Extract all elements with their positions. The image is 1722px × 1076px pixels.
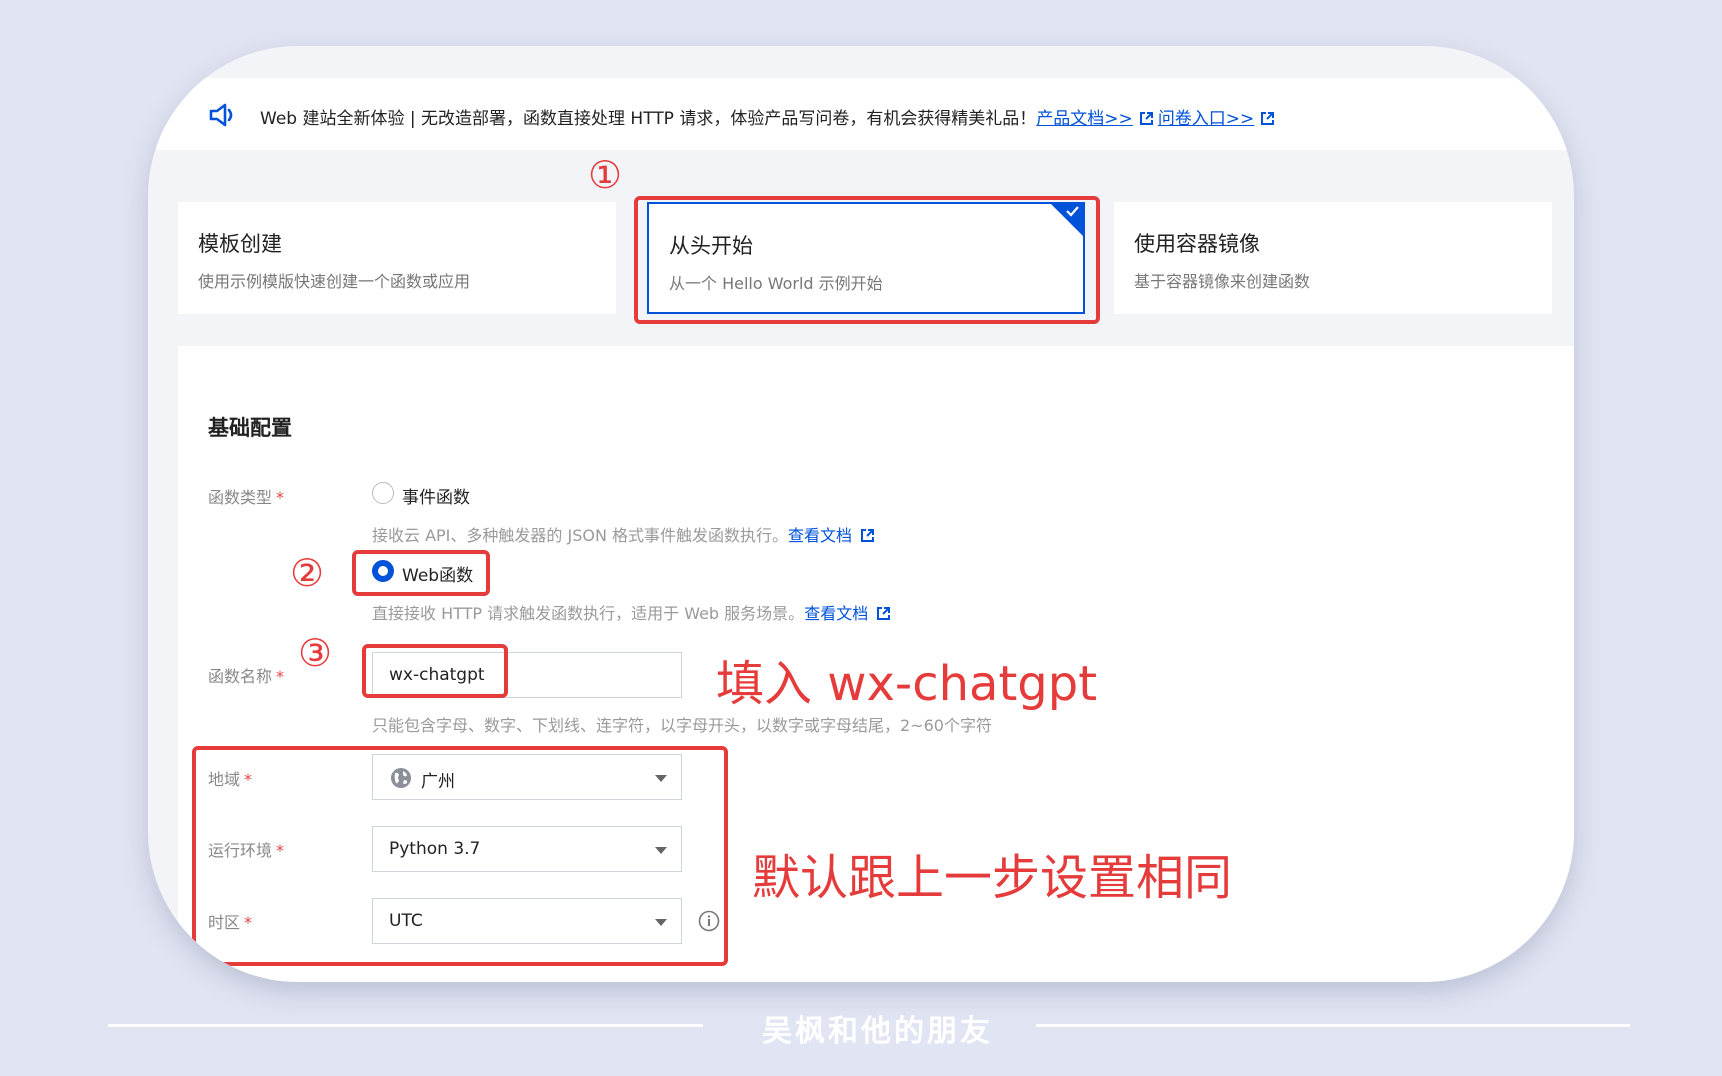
card-title: 模板创建 xyxy=(198,232,282,256)
footer-line-right xyxy=(1036,1024,1630,1027)
card-container-image[interactable]: 使用容器镜像 基于容器镜像来创建函数 xyxy=(1114,202,1552,314)
external-link-icon[interactable] xyxy=(876,606,891,621)
radio-event-function[interactable] xyxy=(372,482,394,504)
func-type-label: 函数类型 * xyxy=(208,488,285,507)
external-link-icon[interactable] xyxy=(1260,111,1275,126)
product-docs-link[interactable]: 产品文档>> xyxy=(1036,109,1133,129)
annotation-number-1: ① xyxy=(588,153,623,197)
view-docs-link[interactable]: 查看文档 xyxy=(788,526,852,545)
annotation-box-web-function xyxy=(352,550,490,596)
web-hint: 直接接收 HTTP 请求触发函数执行，适用于 Web 服务场景。查看文档 xyxy=(372,600,891,624)
func-name-hint: 只能包含字母、数字、下划线、连字符，以字母开头，以数字或字母结尾，2~60个字符 xyxy=(372,716,992,735)
card-desc: 基于容器镜像来创建函数 xyxy=(1134,272,1311,291)
card-title: 使用容器镜像 xyxy=(1134,232,1260,256)
screenshot-frame: Web 建站全新体验 | 无改造部署，函数直接处理 HTTP 请求，体验产品写问… xyxy=(148,46,1574,982)
footer-line-left xyxy=(108,1024,703,1027)
annotation-box-func-name xyxy=(362,644,508,698)
annotation-fill-note: 填入 wx-chatgpt xyxy=(716,656,1098,712)
notice-bar: Web 建站全新体验 | 无改造部署，函数直接处理 HTTP 请求，体验产品写问… xyxy=(148,78,1574,150)
footer-watermark: 吴枫和他的朋友 xyxy=(762,1014,993,1049)
speaker-icon xyxy=(209,103,233,127)
external-link-icon[interactable] xyxy=(1139,111,1154,126)
section-title: 基础配置 xyxy=(208,416,292,440)
annotation-number-3: ③ xyxy=(298,631,333,675)
external-link-icon[interactable] xyxy=(860,528,875,543)
func-name-label: 函数名称 * xyxy=(208,667,285,686)
card-template-create[interactable]: 模板创建 使用示例模版快速创建一个函数或应用 xyxy=(178,202,616,314)
view-docs-link[interactable]: 查看文档 xyxy=(804,604,868,623)
option-event-label: 事件函数 xyxy=(402,488,470,508)
notice-text-row: Web 建站全新体验 | 无改造部署，函数直接处理 HTTP 请求，体验产品写问… xyxy=(260,104,1279,129)
notice-text: Web 建站全新体验 | 无改造部署，函数直接处理 HTTP 请求，体验产品写问… xyxy=(260,109,1037,129)
event-hint: 接收云 API、多种触发器的 JSON 格式事件触发函数执行。查看文档 xyxy=(372,522,875,546)
annotation-box-defaults xyxy=(192,746,728,966)
annotation-default-note: 默认跟上一步设置相同 xyxy=(752,850,1233,906)
survey-link[interactable]: 问卷入口>> xyxy=(1158,109,1255,129)
annotation-number-2: ② xyxy=(290,551,325,595)
annotation-box-from-scratch xyxy=(634,196,1100,324)
card-desc: 使用示例模版快速创建一个函数或应用 xyxy=(198,272,471,291)
